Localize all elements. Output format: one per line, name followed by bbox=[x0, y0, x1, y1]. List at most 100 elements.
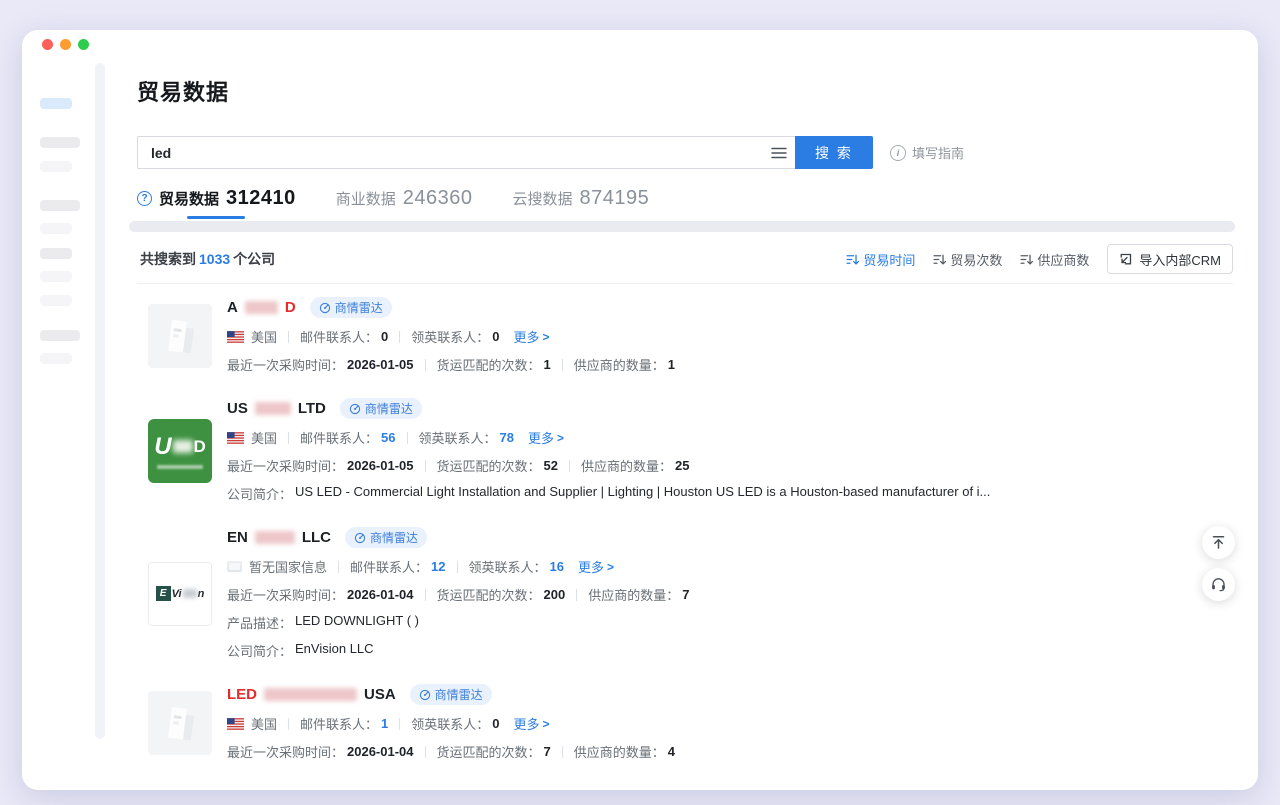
maximize-window-button[interactable] bbox=[78, 39, 89, 50]
freight-match-label: 货运匹配的次数： bbox=[437, 456, 541, 475]
last-purchase-label: 最近一次采购时间： bbox=[227, 355, 344, 374]
sort-贸易时间[interactable]: 贸易时间 bbox=[846, 250, 915, 269]
country-label: 美国 bbox=[251, 327, 277, 346]
redacted-text bbox=[255, 531, 295, 544]
horizontal-scrollbar[interactable] bbox=[129, 221, 1235, 232]
supplier-count-label: 供应商的数量： bbox=[588, 585, 679, 604]
divider bbox=[569, 460, 570, 472]
sidebar-skeleton-item bbox=[40, 353, 72, 364]
company-list-item[interactable]: LEDUSA 商情雷达 美国 邮件联系人： 1 领英联系人： 0 更多> 最近一… bbox=[137, 684, 1233, 761]
results-count: 共搜索到1033个公司 bbox=[140, 249, 275, 269]
last-purchase-value: 2026-01-05 bbox=[347, 458, 414, 473]
import-crm-label: 导入内部CRM bbox=[1139, 250, 1221, 269]
divider bbox=[399, 331, 400, 343]
country-flag bbox=[227, 432, 244, 444]
email-contacts-value: 1 bbox=[381, 716, 388, 731]
us-flag-icon bbox=[227, 331, 244, 343]
freight-match-label: 货运匹配的次数： bbox=[437, 742, 541, 761]
search-input-box[interactable] bbox=[137, 136, 795, 169]
sidebar-skeleton bbox=[40, 98, 96, 364]
linkedin-contacts-label: 领英联系人： bbox=[419, 428, 497, 447]
tab-count: 312410 bbox=[226, 187, 296, 210]
last-purchase-label: 最近一次采购时间： bbox=[227, 742, 344, 761]
close-window-button[interactable] bbox=[42, 39, 53, 50]
sort-供应商数[interactable]: 供应商数 bbox=[1020, 250, 1089, 269]
info-icon: i bbox=[890, 145, 906, 161]
radar-badge[interactable]: 商情雷达 bbox=[410, 684, 492, 705]
more-link[interactable]: 更多> bbox=[528, 428, 564, 447]
results-count-number: 1033 bbox=[199, 251, 230, 267]
more-link[interactable]: 更多> bbox=[578, 557, 614, 576]
panel-divider bbox=[95, 63, 105, 739]
company-name[interactable]: LEDUSA bbox=[227, 686, 396, 703]
radar-badge[interactable]: 商情雷达 bbox=[310, 297, 392, 318]
tab-label: 商业数据 bbox=[336, 188, 396, 209]
search-button[interactable]: 搜 索 bbox=[795, 136, 873, 169]
freight-match-value: 1 bbox=[544, 357, 551, 372]
fill-guide-link[interactable]: i 填写指南 bbox=[890, 143, 964, 162]
company-list-item[interactable]: EVin ENLLC 商情雷达 暂无国家信息 邮件联系人： 12 领英联系人： … bbox=[137, 527, 1233, 660]
tab-商业数据[interactable]: 商业数据 246360 bbox=[336, 187, 473, 219]
country-label: 暂无国家信息 bbox=[249, 557, 327, 576]
company-list: AD 商情雷达 美国 邮件联系人： 0 领英联系人： 0 更多> 最近一次采购时… bbox=[137, 297, 1233, 761]
supplier-count-label: 供应商的数量： bbox=[581, 456, 672, 475]
app-window: 贸易数据 搜 索 i 填写指南 ? 贸易数据 312410 商业数据 24636… bbox=[22, 30, 1258, 790]
company-name[interactable]: AD bbox=[227, 299, 296, 316]
radar-icon bbox=[419, 689, 431, 701]
more-link[interactable]: 更多> bbox=[514, 714, 550, 733]
country-flag bbox=[227, 331, 244, 343]
divider bbox=[288, 718, 289, 730]
radar-badge-label: 商情雷达 bbox=[335, 299, 383, 316]
radar-badge[interactable]: 商情雷达 bbox=[345, 527, 427, 548]
company-profile-label: 公司简介： bbox=[227, 484, 292, 503]
company-profile-value: EnVision LLC bbox=[295, 641, 374, 660]
last-purchase-value: 2026-01-05 bbox=[347, 357, 414, 372]
tab-云搜数据[interactable]: 云搜数据 874195 bbox=[513, 187, 650, 219]
tab-贸易数据[interactable]: ? 贸易数据 312410 bbox=[137, 187, 296, 219]
import-crm-button[interactable]: 导入内部CRM bbox=[1107, 244, 1233, 274]
linkedin-contacts-label: 领英联系人： bbox=[411, 714, 489, 733]
company-logo bbox=[148, 691, 212, 755]
results-count-suffix: 个公司 bbox=[233, 251, 275, 267]
filter-lines-icon[interactable] bbox=[763, 146, 795, 160]
headset-icon bbox=[1210, 576, 1227, 593]
sort-贸易次数[interactable]: 贸易次数 bbox=[933, 250, 1002, 269]
radar-badge-label: 商情雷达 bbox=[435, 686, 483, 703]
product-desc-label: 产品描述： bbox=[227, 613, 292, 632]
building-placeholder-icon bbox=[161, 703, 199, 743]
customer-service-button[interactable] bbox=[1202, 568, 1235, 601]
search-input[interactable] bbox=[138, 145, 763, 161]
us-flag-icon bbox=[227, 718, 244, 730]
company-list-item[interactable]: AD 商情雷达 美国 邮件联系人： 0 领英联系人： 0 更多> 最近一次采购时… bbox=[137, 297, 1233, 374]
radar-badge[interactable]: 商情雷达 bbox=[340, 398, 422, 419]
company-name[interactable]: US LTD bbox=[227, 400, 326, 417]
sidebar-skeleton-item bbox=[40, 330, 80, 341]
back-to-top-icon bbox=[1210, 534, 1227, 551]
help-circle-icon[interactable]: ? bbox=[137, 191, 152, 206]
divider bbox=[562, 359, 563, 371]
company-list-item[interactable]: UD USLTD 商情雷达 美国 邮件联系人： 56 领英联系人： 78 更多> bbox=[137, 398, 1233, 503]
tab-label: 云搜数据 bbox=[513, 188, 573, 209]
supplier-count-value: 1 bbox=[668, 357, 675, 372]
building-placeholder-icon bbox=[161, 316, 199, 356]
country-label: 美国 bbox=[251, 714, 277, 733]
company-name-part: LLC bbox=[302, 529, 331, 546]
linkedin-contacts-label: 领英联系人： bbox=[469, 557, 547, 576]
freight-match-value: 7 bbox=[544, 744, 551, 759]
freight-match-label: 货运匹配的次数： bbox=[437, 355, 541, 374]
divider bbox=[457, 561, 458, 573]
divider bbox=[338, 561, 339, 573]
company-name[interactable]: ENLLC bbox=[227, 529, 331, 546]
more-link[interactable]: 更多> bbox=[514, 327, 550, 346]
company-name-part: LTD bbox=[298, 400, 326, 417]
country-flag bbox=[227, 718, 244, 730]
import-icon bbox=[1119, 252, 1133, 266]
minimize-window-button[interactable] bbox=[60, 39, 71, 50]
results-count-prefix: 共搜索到 bbox=[140, 251, 196, 267]
back-to-top-button[interactable] bbox=[1202, 526, 1235, 559]
window-controls bbox=[42, 39, 89, 50]
last-purchase-label: 最近一次采购时间： bbox=[227, 585, 344, 604]
company-name-part: US bbox=[227, 400, 248, 417]
divider bbox=[425, 460, 426, 472]
redacted-text bbox=[255, 402, 291, 415]
